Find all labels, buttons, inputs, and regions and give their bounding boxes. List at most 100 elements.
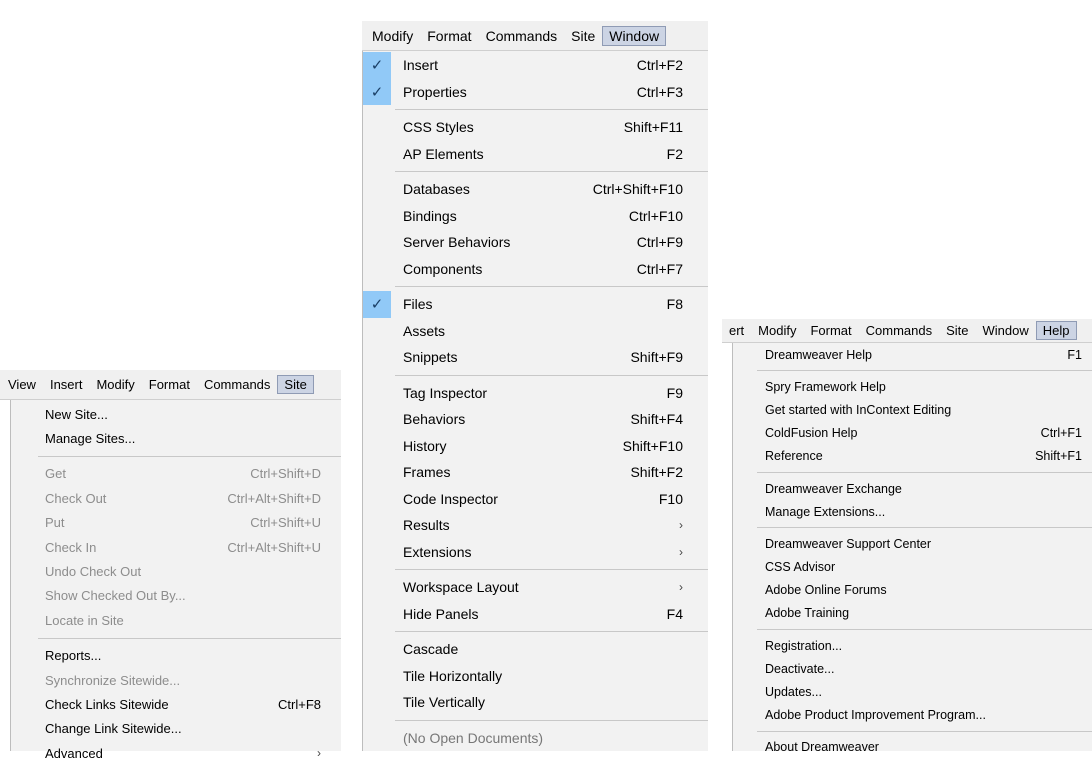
menu-item-insert[interactable]: ✓ Insert Ctrl+F2 [363,52,708,79]
menu-item-incontext-editing[interactable]: Get started with InContext Editing [733,398,1092,421]
menubar-window[interactable]: Window [602,25,667,46]
menu-item-label: Deactivate... [765,661,835,676]
menu-item-databases[interactable]: Databases Ctrl+Shift+F10 [363,176,708,203]
menu-item-history[interactable]: History Shift+F10 [363,433,708,460]
menubar-modify[interactable]: Modify [89,377,141,392]
menu-item-check-out[interactable]: Check Out Ctrl+Alt+Shift+D [11,486,341,510]
menubar-modify[interactable]: Modify [365,28,420,44]
menu-item-tile-vertically[interactable]: Tile Vertically [363,689,708,716]
menu-item-registration[interactable]: Registration... [733,634,1092,657]
menu-item-check-in[interactable]: Check In Ctrl+Alt+Shift+U [11,535,341,559]
menu-item-css-styles[interactable]: CSS Styles Shift+F11 [363,114,708,141]
menu-item-shortcut: Ctrl+F2 [636,57,683,74]
menubar-site[interactable]: Site [277,375,314,394]
menu-item-locate-in-site[interactable]: Locate in Site [11,608,341,632]
menu-item-snippets[interactable]: Snippets Shift+F9 [363,344,708,371]
menu-item-code-inspector[interactable]: Code Inspector F10 [363,486,708,513]
menu-item-extensions[interactable]: Extensions › [363,539,708,566]
menu-item-dreamweaver-help[interactable]: Dreamweaver Help F1 [733,343,1092,366]
menubar-site[interactable]: Site [939,323,975,338]
menu-item-synchronize-sitewide[interactable]: Synchronize Sitewide... [11,668,341,692]
menu-item-shortcut: F2 [666,145,683,162]
menu-item-frames[interactable]: Frames Shift+F2 [363,459,708,486]
menubar-insert-partial[interactable]: ert [722,323,751,338]
menu-item-label: Frames [403,464,451,481]
menu-item-files[interactable]: ✓ Files F8 [363,291,708,318]
menu-item-shortcut: Ctrl+F9 [636,234,683,251]
menu-item-dreamweaver-exchange[interactable]: Dreamweaver Exchange [733,477,1092,500]
menu-item-shortcut: Shift+F1 [1035,449,1082,464]
menu-item-product-improvement[interactable]: Adobe Product Improvement Program... [733,704,1092,727]
help-menubar: ert Modify Format Commands Site Window H… [722,319,1092,343]
site-menubar: View Insert Modify Format Commands Site [0,370,341,400]
menu-item-no-open-documents[interactable]: (No Open Documents) [363,725,708,752]
menubar-commands[interactable]: Commands [859,323,939,338]
menu-item-show-checked-out-by[interactable]: Show Checked Out By... [11,584,341,608]
menu-item-tag-inspector[interactable]: Tag Inspector F9 [363,380,708,407]
menu-item-deactivate[interactable]: Deactivate... [733,657,1092,680]
menu-item-adobe-training[interactable]: Adobe Training [733,602,1092,625]
menu-item-components[interactable]: Components Ctrl+F7 [363,256,708,283]
menu-item-about-dreamweaver[interactable]: About Dreamweaver [733,736,1092,759]
menu-item-manage-extensions[interactable]: Manage Extensions... [733,500,1092,523]
menu-item-server-behaviors[interactable]: Server Behaviors Ctrl+F9 [363,229,708,256]
menu-item-manage-sites[interactable]: Manage Sites... [11,426,341,450]
menubar-format[interactable]: Format [420,28,478,44]
menu-item-label: Get started with InContext Editing [765,402,952,417]
menu-item-label: Spry Framework Help [765,379,886,394]
menu-item-shortcut: F4 [666,605,683,622]
menubar-commands[interactable]: Commands [197,377,277,392]
menubar-help[interactable]: Help [1035,321,1077,340]
menubar-view[interactable]: View [1,377,43,392]
menu-item-behaviors[interactable]: Behaviors Shift+F4 [363,406,708,433]
window-menubar: Modify Format Commands Site Window [362,21,708,51]
menu-item-online-forums[interactable]: Adobe Online Forums [733,579,1092,602]
menu-item-updates[interactable]: Updates... [733,680,1092,703]
menubar-commands[interactable]: Commands [479,28,565,44]
menu-item-results[interactable]: Results › [363,512,708,539]
menu-item-tile-horizontally[interactable]: Tile Horizontally [363,663,708,690]
menu-item-label: Reference [765,449,823,464]
menu-item-label: Reports... [45,648,102,664]
menu-separator [395,374,708,376]
submenu-arrow-icon: › [317,746,321,761]
menu-item-cascade[interactable]: Cascade [363,636,708,663]
menu-item-get[interactable]: Get Ctrl+Shift+D [11,462,341,486]
menu-item-css-advisor[interactable]: CSS Advisor [733,556,1092,579]
menubar-insert[interactable]: Insert [43,377,90,392]
menu-item-label: Adobe Product Improvement Program... [765,708,986,723]
menu-item-reference[interactable]: Reference Shift+F1 [733,445,1092,468]
menu-item-label: Advanced [45,745,103,761]
menu-item-label: About Dreamweaver [765,740,879,755]
menu-item-shortcut: Ctrl+F10 [628,207,683,224]
menu-item-undo-check-out[interactable]: Undo Check Out [11,559,341,583]
menu-item-workspace-layout[interactable]: Workspace Layout › [363,574,708,601]
menu-item-spry-framework-help[interactable]: Spry Framework Help [733,375,1092,398]
menu-item-support-center[interactable]: Dreamweaver Support Center [733,532,1092,555]
menu-item-shortcut: Ctrl+Alt+Shift+D [227,490,321,506]
menu-separator [395,719,708,721]
menu-item-reports[interactable]: Reports... [11,644,341,668]
menubar-format[interactable]: Format [803,323,858,338]
menu-item-change-link-sitewide[interactable]: Change Link Sitewide... [11,717,341,741]
menubar-format[interactable]: Format [142,377,197,392]
menu-item-label: Manage Sites... [45,431,136,447]
menu-item-label: Tile Vertically [403,694,485,711]
menu-item-properties[interactable]: ✓ Properties Ctrl+F3 [363,78,708,105]
menu-item-bindings[interactable]: Bindings Ctrl+F10 [363,203,708,230]
menu-item-label: Tile Horizontally [403,667,503,684]
menu-item-check-links-sitewide[interactable]: Check Links Sitewide Ctrl+F8 [11,692,341,716]
menu-item-ap-elements[interactable]: AP Elements F2 [363,141,708,168]
menubar-modify[interactable]: Modify [751,323,803,338]
menu-item-assets[interactable]: Assets [363,318,708,345]
menu-separator [38,637,341,639]
menubar-window[interactable]: Window [976,323,1036,338]
menu-item-label: Files [403,296,433,313]
menubar-site[interactable]: Site [564,28,602,44]
menu-item-coldfusion-help[interactable]: ColdFusion Help Ctrl+F1 [733,422,1092,445]
menu-item-hide-panels[interactable]: Hide Panels F4 [363,601,708,628]
menu-item-label: Databases [403,181,470,198]
menu-item-new-site[interactable]: New Site... [11,402,341,426]
menu-item-advanced[interactable]: Advanced › [11,741,341,765]
menu-item-put[interactable]: Put Ctrl+Shift+U [11,511,341,535]
